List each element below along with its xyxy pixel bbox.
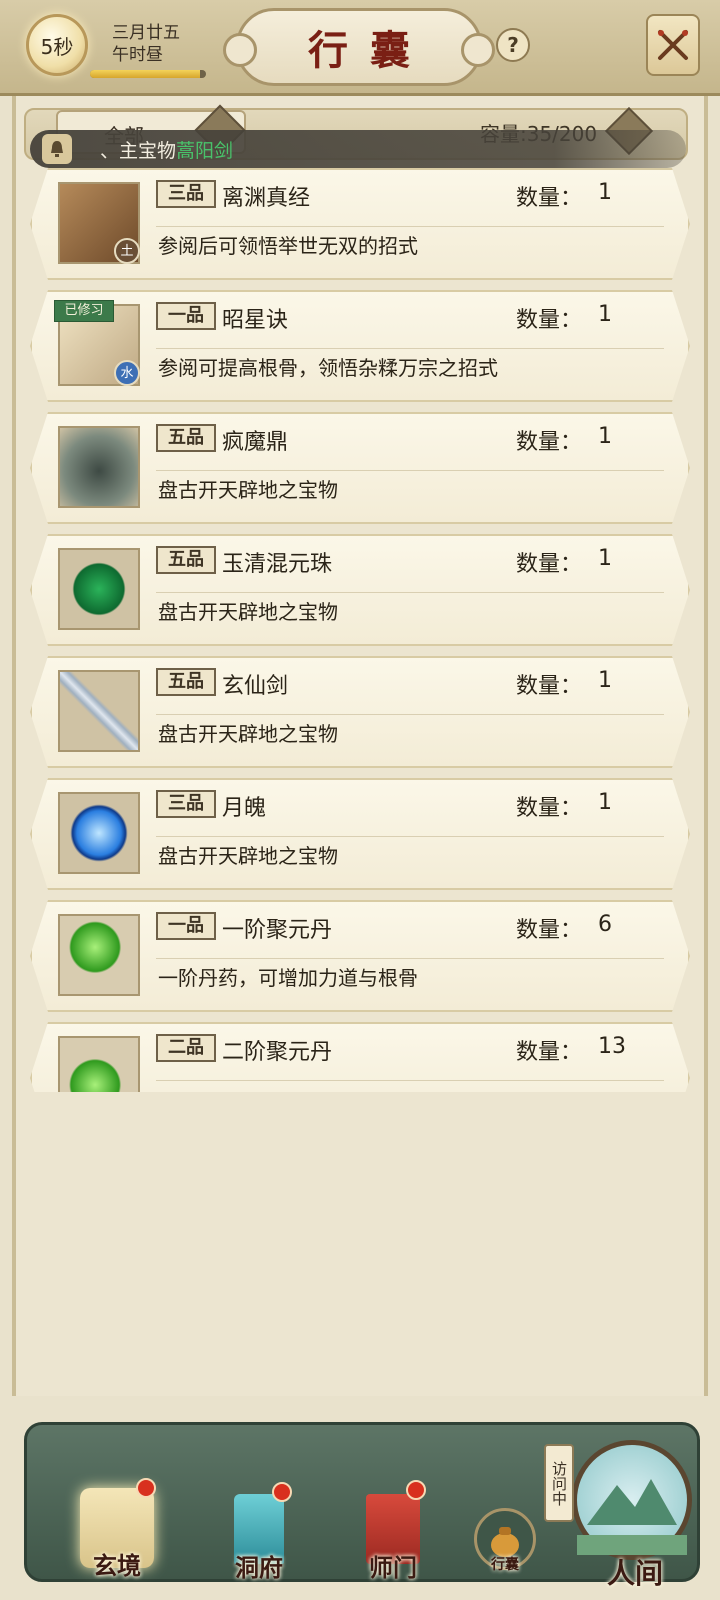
countdown-timer[interactable]: 5秒 <box>26 14 88 76</box>
item-name: 昭星诀 <box>222 308 289 333</box>
quantity-label: 数量： <box>516 308 583 333</box>
nav-label: 人间 <box>606 1557 663 1590</box>
nav-label: 师门 <box>369 1553 417 1582</box>
sword-icon <box>58 670 140 752</box>
quantity-label: 数量： <box>516 552 583 577</box>
nav-renjian-button[interactable]: 人间 <box>560 1430 710 1590</box>
item-grade: 三品 <box>156 790 216 818</box>
item-card[interactable]: 土 三品 离渊真经 数量： 1 参阅后可领悟举世无双的招式 <box>30 168 690 280</box>
item-description: 盘古开天辟地之宝物 <box>158 600 338 624</box>
nav-label: 洞府 <box>235 1553 283 1582</box>
crossed-swords-close-icon <box>658 30 688 60</box>
element-badge: 土 <box>114 238 140 264</box>
item-name: 玉清混元珠 <box>222 552 333 577</box>
help-button[interactable]: ? <box>496 28 530 62</box>
item-name: 离渊真经 <box>222 186 311 211</box>
quantity-value: 1 <box>598 546 612 571</box>
green-pill-icon <box>58 1036 140 1092</box>
item-description: 盘古开天辟地之宝物 <box>158 478 338 502</box>
item-card[interactable]: 一品 一阶聚元丹 数量： 6 一阶丹药，可增加力道与根骨 <box>30 900 690 1012</box>
item-card[interactable]: 三品 月魄 数量： 1 盘古开天辟地之宝物 <box>30 778 690 890</box>
nav-dongfu-button[interactable]: 洞府 <box>214 1482 304 1590</box>
notice-item-name: 蒿阳剑 <box>176 139 234 162</box>
item-name: 疯魔鼎 <box>222 430 289 455</box>
quantity-value: 1 <box>598 424 612 449</box>
game-time-of-day: 午时昼 <box>112 45 163 65</box>
item-name: 二阶聚元丹 <box>222 1040 333 1065</box>
item-grade: 一品 <box>156 302 216 330</box>
item-card[interactable]: 五品 玄仙剑 数量： 1 盘古开天辟地之宝物 <box>30 656 690 768</box>
item-description: 一阶丹药，可增加力道与根骨 <box>158 966 418 990</box>
notification-dot <box>272 1482 292 1502</box>
notification-dot <box>406 1480 426 1500</box>
item-card[interactable]: 已修习 水 一品 昭星诀 数量： 1 参阅可提高根骨，领悟杂糅万宗之招式 <box>30 290 690 402</box>
item-grade: 一品 <box>156 912 216 940</box>
quantity-value: 1 <box>598 790 612 815</box>
item-grade: 五品 <box>156 546 216 574</box>
item-grade: 二品 <box>156 1034 216 1062</box>
title-plaque: 行囊 <box>223 8 495 86</box>
item-name: 玄仙剑 <box>222 674 289 699</box>
quantity-label: 数量： <box>516 430 583 455</box>
scroll-icon: 已修习 水 <box>54 300 140 386</box>
quantity-value: 1 <box>598 302 612 327</box>
item-description: 参阅后可领悟举世无双的招式 <box>158 234 418 258</box>
book-icon: 土 <box>58 182 140 264</box>
question-mark-icon: ? <box>507 33 519 57</box>
element-badge: 水 <box>114 360 140 386</box>
jade-orb-icon <box>58 548 140 630</box>
item-grade: 三品 <box>156 180 216 208</box>
item-description: 盘古开天辟地之宝物 <box>158 844 338 868</box>
page-title: 行囊 <box>308 27 432 74</box>
quantity-label: 数量： <box>516 918 583 943</box>
quantity-value: 6 <box>598 912 612 937</box>
learned-badge: 已修习 <box>54 300 114 322</box>
top-header: 5秒 三月廿五 午时昼 行囊 ? <box>0 0 720 96</box>
nav-shimen-button[interactable]: 师门 <box>348 1480 438 1590</box>
pentagram-orb-icon <box>58 792 140 874</box>
nav-xuanjing-button[interactable]: 玄境 <box>72 1478 162 1588</box>
item-name: 一阶聚元丹 <box>222 918 333 943</box>
item-grade: 五品 <box>156 668 216 696</box>
item-grade: 五品 <box>156 424 216 452</box>
quantity-value: 1 <box>598 668 612 693</box>
notice-banner: 、主宝物 蒿阳剑 <box>30 130 686 168</box>
time-progress-bar <box>90 70 206 78</box>
mountain-landscape-icon <box>572 1440 692 1560</box>
quantity-label: 数量： <box>516 674 583 699</box>
nav-label: 玄境 <box>93 1551 141 1580</box>
quantity-value: 1 <box>598 180 612 205</box>
green-pill-icon <box>58 914 140 996</box>
notification-dot <box>136 1478 156 1498</box>
item-description: 参阅可提高根骨，领悟杂糅万宗之招式 <box>158 356 498 380</box>
nav-xingnang-button[interactable]: 行囊 <box>470 1508 540 1588</box>
time-progress-fill <box>90 70 201 78</box>
quantity-label: 数量： <box>516 1040 583 1065</box>
item-card[interactable]: 五品 疯魔鼎 数量： 1 盘古开天辟地之宝物 <box>30 412 690 524</box>
nav-label: 行囊 <box>491 1557 519 1573</box>
quantity-label: 数量： <box>516 796 583 821</box>
item-card[interactable]: 五品 玉清混元珠 数量： 1 盘古开天辟地之宝物 <box>30 534 690 646</box>
visiting-tag: 访问中 <box>544 1444 574 1522</box>
bell-icon <box>42 134 72 164</box>
item-list[interactable]: 土 三品 离渊真经 数量： 1 参阅后可领悟举世无双的招式 已修习 水 一品 昭… <box>30 168 690 1092</box>
quantity-label: 数量： <box>516 186 583 211</box>
item-name: 月魄 <box>222 796 267 821</box>
cauldron-icon <box>58 426 140 508</box>
quantity-value: 13 <box>598 1034 626 1059</box>
item-card[interactable]: 二品 二阶聚元丹 数量： 13 <box>30 1022 690 1092</box>
item-description: 盘古开天辟地之宝物 <box>158 722 338 746</box>
close-button[interactable] <box>646 14 700 76</box>
notice-text: 、主宝物 <box>100 139 177 162</box>
